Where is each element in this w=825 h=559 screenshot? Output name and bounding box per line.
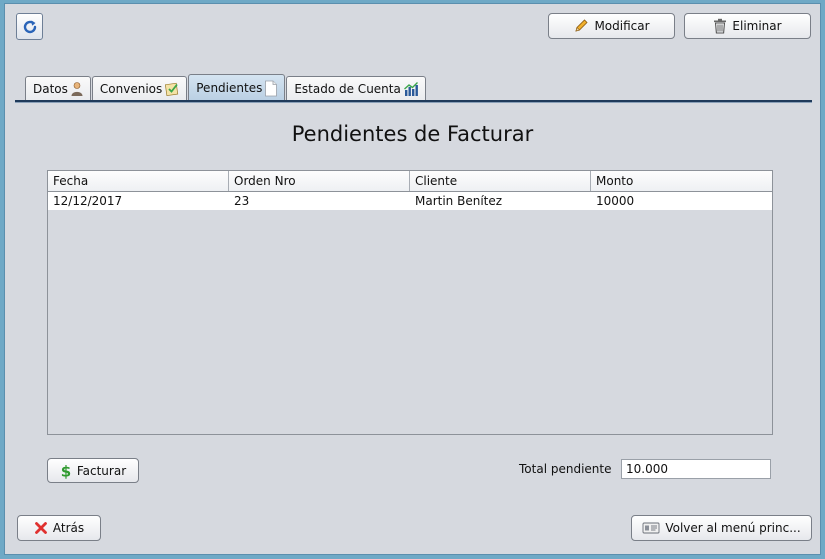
delete-button-label: Eliminar: [732, 19, 782, 33]
cell-orden: 23: [234, 194, 250, 208]
bar-chart-icon: [403, 81, 419, 97]
column-header-orden[interactable]: Orden Nro: [229, 171, 410, 191]
total-pending-label: Total pendiente: [519, 462, 612, 476]
column-header-monto[interactable]: Monto: [591, 171, 772, 191]
dollar-icon: $: [60, 463, 72, 479]
invoice-button-label: Facturar: [76, 463, 127, 478]
cell-cliente: Martin Benítez: [415, 194, 503, 208]
tab-datos[interactable]: Datos: [25, 76, 91, 101]
back-button[interactable]: Atrás: [17, 515, 101, 541]
tab-bar: Datos Convenios Pendientes Estado de Cue…: [25, 74, 427, 101]
modify-button[interactable]: Modificar: [548, 13, 675, 39]
column-header-cliente[interactable]: Cliente: [410, 171, 591, 191]
client-window: Modificar Eliminar Datos Convenios Pendi…: [4, 3, 821, 555]
blank-page-icon: [264, 80, 278, 97]
pencil-icon: [573, 18, 589, 34]
trash-icon: [713, 18, 727, 34]
column-header-fecha[interactable]: Fecha: [48, 171, 229, 191]
main-menu-button[interactable]: Volver al menú princ...: [631, 515, 812, 541]
tab-estado-de-cuenta[interactable]: Estado de Cuenta: [286, 76, 426, 101]
tab-convenios-label: Convenios: [99, 82, 163, 96]
tab-pendientes-label: Pendientes: [196, 81, 263, 95]
refresh-icon: [21, 18, 39, 36]
pending-table[interactable]: Fecha Orden Nro Cliente Monto 12/12/2017…: [47, 170, 773, 435]
cell-monto: 10000: [596, 194, 635, 208]
svg-text:$: $: [61, 463, 71, 479]
main-menu-button-label: Volver al menú princ...: [665, 521, 801, 535]
cell-fecha: 12/12/2017: [53, 194, 123, 208]
back-button-label: Atrás: [52, 521, 85, 535]
page-title: Pendientes de Facturar: [291, 122, 534, 146]
tab-pendientes[interactable]: Pendientes: [188, 74, 286, 101]
close-x-icon: [34, 521, 48, 535]
tab-datos-label: Datos: [33, 82, 68, 96]
table-row[interactable]: 12/12/2017 23 Martin Benítez 10000: [48, 192, 772, 210]
tab-convenios[interactable]: Convenios: [91, 76, 188, 101]
refresh-button[interactable]: [16, 13, 43, 40]
invoice-button[interactable]: $ Facturar: [47, 458, 139, 483]
person-icon: [70, 81, 84, 97]
table-header: Fecha Orden Nro Cliente Monto: [48, 171, 772, 192]
tab-content-divider: [15, 100, 812, 103]
id-card-icon: [642, 521, 660, 535]
modify-button-label: Modificar: [594, 19, 650, 33]
document-check-icon: [164, 81, 180, 97]
delete-button[interactable]: Eliminar: [684, 13, 811, 39]
tab-estado-label: Estado de Cuenta: [294, 82, 401, 96]
total-pending-field[interactable]: [621, 459, 771, 479]
